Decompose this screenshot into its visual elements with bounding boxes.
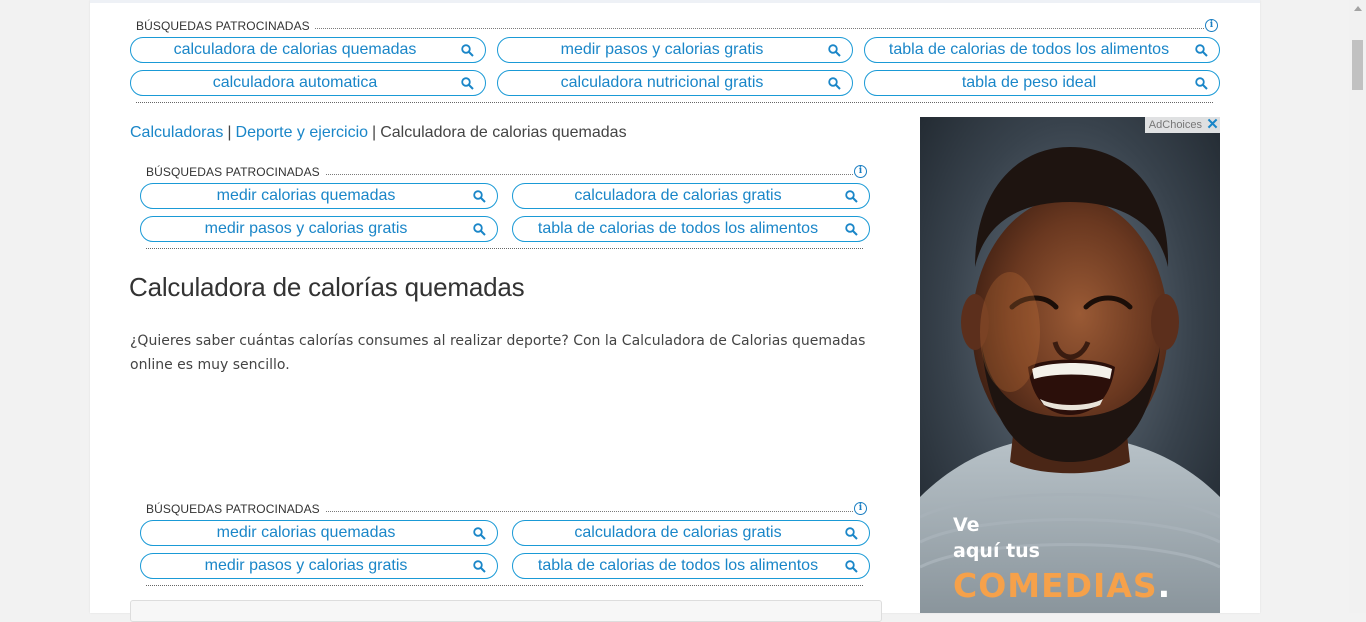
intro-paragraph: ¿Quieres saber cuántas calorías consumes…	[130, 333, 866, 373]
link-label: calculadora automatica	[212, 74, 378, 91]
search-icon	[473, 560, 486, 573]
ad-headline: COMEDIAS.	[953, 564, 1171, 608]
link-label: medir pasos y calorias gratis	[204, 220, 408, 237]
dotted-rule	[146, 248, 863, 249]
adchoices-badge[interactable]: AdChoices ✕	[1144, 117, 1220, 133]
link-label: calculadora de calorias gratis	[574, 524, 782, 541]
link-label: medir calorias quemadas	[216, 187, 396, 204]
link-label: medir pasos y calorias gratis	[204, 557, 408, 574]
sponsored-header: BÚSQUEDAS PATROCINADAS i	[136, 19, 1218, 35]
advertisement[interactable]: AdChoices ✕ Ve aquí tus COMEDIAS.	[920, 117, 1220, 613]
link-label: tabla de peso ideal	[961, 74, 1097, 91]
ad-copy: Ve aquí tus COMEDIAS.	[953, 512, 1171, 608]
breadcrumb-link-calculadoras[interactable]: Calculadoras	[130, 124, 223, 141]
page-title: Calculadora de calorías quemadas	[129, 272, 525, 302]
sponsored-search-link[interactable]: medir pasos y calorias gratis	[140, 553, 498, 579]
link-label: tabla de calorias de todos los alimentos	[888, 41, 1170, 58]
ad-headline-text: COMEDIAS	[953, 566, 1158, 605]
search-icon	[828, 77, 841, 90]
sponsored-search-link[interactable]: tabla de peso ideal	[864, 70, 1220, 96]
link-label: medir calorias quemadas	[216, 524, 396, 541]
sponsored-header: BÚSQUEDAS PATROCINADAS i	[146, 502, 867, 518]
search-icon	[845, 223, 858, 236]
search-icon	[1195, 77, 1208, 90]
sponsored-search-link[interactable]: calculadora automatica	[130, 70, 486, 96]
sponsored-searches-bottom: BÚSQUEDAS PATROCINADAS i	[146, 502, 867, 518]
breadcrumb-current: Calculadora de calorias quemadas	[380, 124, 627, 141]
search-icon	[828, 44, 841, 57]
dotted-rule	[136, 102, 1213, 103]
adchoices-label: AdChoices	[1148, 119, 1202, 131]
sponsored-search-link[interactable]: calculadora de calorias gratis	[512, 183, 870, 209]
ad-headline-dot: .	[1157, 566, 1172, 605]
sponsored-searches-mid: BÚSQUEDAS PATROCINADAS i	[146, 165, 867, 181]
search-icon	[461, 77, 474, 90]
link-label: tabla de calorias de todos los alimentos	[537, 220, 819, 237]
sponsored-search-link[interactable]: calculadora de calorias gratis	[512, 520, 870, 546]
info-icon[interactable]: i	[854, 502, 867, 515]
sponsored-search-link[interactable]: medir pasos y calorias gratis	[140, 216, 498, 242]
link-label: calculadora de calorias quemadas	[173, 41, 417, 58]
sponsored-heading: BÚSQUEDAS PATROCINADAS	[146, 165, 325, 179]
search-icon	[845, 527, 858, 540]
sponsored-search-link[interactable]: medir calorias quemadas	[140, 183, 498, 209]
sponsored-header: BÚSQUEDAS PATROCINADAS i	[146, 165, 867, 181]
top-divider	[90, 0, 1260, 3]
sponsored-heading: BÚSQUEDAS PATROCINADAS	[146, 502, 325, 516]
breadcrumb-separator: |	[372, 124, 377, 141]
sponsored-search-link[interactable]: calculadora de calorias quemadas	[130, 37, 486, 63]
ad-line-1: Ve	[953, 514, 980, 536]
search-icon	[473, 190, 486, 203]
sponsored-search-link[interactable]: tabla de calorias de todos los alimentos	[512, 216, 870, 242]
link-label: calculadora nutricional gratis	[560, 74, 764, 91]
sponsored-searches-top: BÚSQUEDAS PATROCINADAS i	[136, 19, 1218, 35]
close-icon[interactable]: ✕	[1205, 117, 1220, 133]
scrollbar-thumb[interactable]	[1352, 40, 1363, 90]
link-label: medir pasos y calorias gratis	[560, 41, 764, 58]
sponsored-search-link[interactable]: calculadora nutricional gratis	[497, 70, 853, 96]
link-label: tabla de calorias de todos los alimentos	[537, 557, 819, 574]
search-icon	[1195, 44, 1208, 57]
sponsored-search-link[interactable]: tabla de calorias de todos los alimentos	[864, 37, 1220, 63]
sponsored-heading: BÚSQUEDAS PATROCINADAS	[136, 19, 315, 33]
search-icon	[473, 223, 486, 236]
sponsored-search-link[interactable]: medir pasos y calorias gratis	[497, 37, 853, 63]
search-icon	[845, 190, 858, 203]
search-icon	[461, 44, 474, 57]
ad-line-2: aquí tus	[953, 540, 1040, 562]
scroll-up-arrow-icon[interactable]	[1354, 6, 1362, 11]
info-icon[interactable]: i	[1205, 19, 1218, 32]
search-icon	[473, 527, 486, 540]
breadcrumb: Calculadoras | Deporte y ejercicio | Calcula…	[130, 124, 627, 142]
page-container: BÚSQUEDAS PATROCINADAS i calculadora de …	[90, 0, 1260, 622]
info-icon[interactable]: i	[854, 165, 867, 178]
sponsored-search-link[interactable]: tabla de calorias de todos los alimentos	[512, 553, 870, 579]
breadcrumb-link-deporte[interactable]: Deporte y ejercicio	[236, 124, 369, 141]
dotted-rule	[146, 585, 863, 586]
calculator-form-box	[130, 600, 882, 622]
vertical-scrollbar[interactable]	[1349, 0, 1366, 613]
search-icon	[845, 560, 858, 573]
link-label: calculadora de calorias gratis	[574, 187, 782, 204]
breadcrumb-separator: |	[227, 124, 232, 141]
sponsored-search-link[interactable]: medir calorias quemadas	[140, 520, 498, 546]
